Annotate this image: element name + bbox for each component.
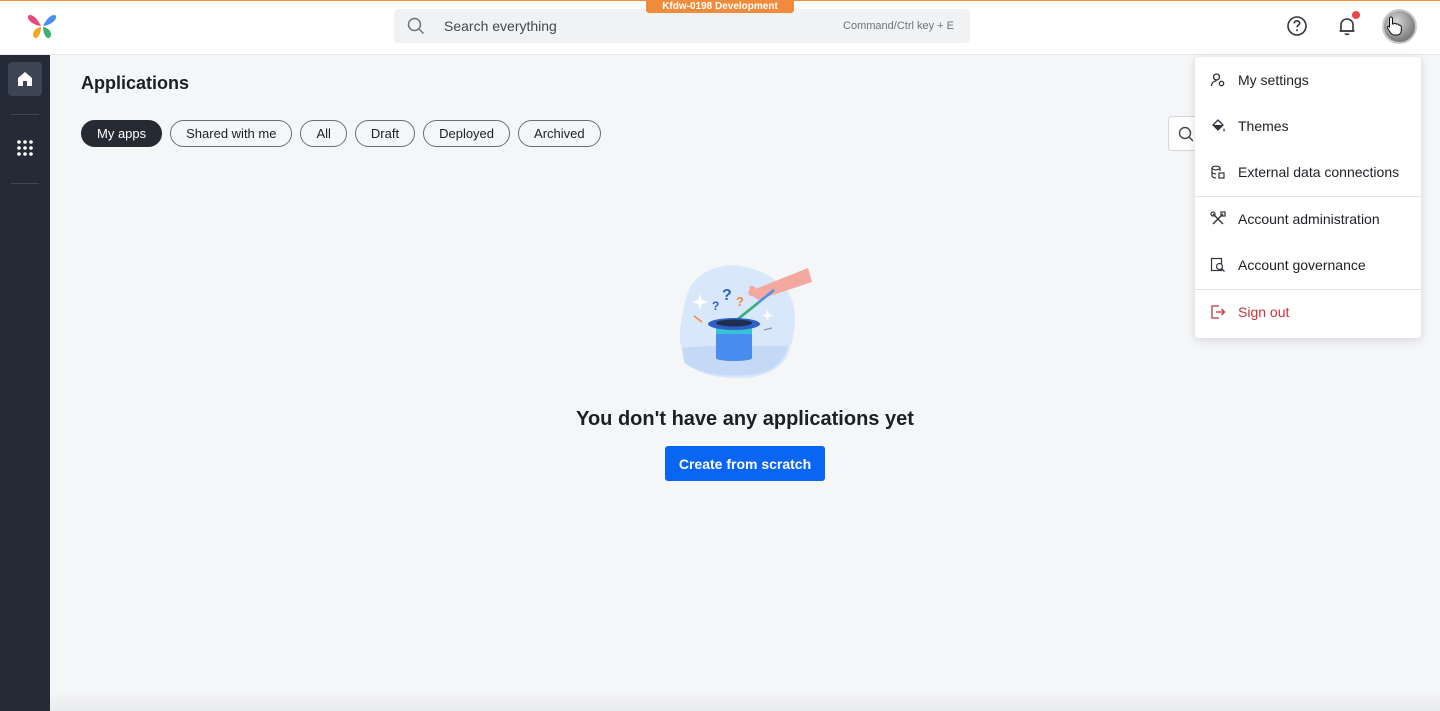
filter-tabs: My apps Shared with me All Draft Deploye… [81,120,601,147]
tools-icon [1210,211,1226,225]
sign-out-icon [1211,305,1226,319]
search-placeholder: Search everything [444,18,557,34]
menu-item-label: Account administration [1238,211,1380,227]
side-navigation [0,55,50,711]
svg-text:?: ? [712,299,719,313]
app-search-input[interactable] [1168,116,1198,151]
nav-divider [11,183,39,184]
menu-item-label: Sign out [1238,304,1290,320]
tab-archived[interactable]: Archived [518,120,601,147]
data-connection-icon [1211,165,1225,179]
tab-my-apps[interactable]: My apps [81,120,163,147]
menu-item-label: My settings [1238,72,1309,88]
menu-item-label: External data connections [1238,164,1400,180]
menu-item-sign-out[interactable]: Sign out [1195,289,1421,335]
apps-grid-icon [17,140,33,156]
help-icon[interactable] [1284,13,1310,39]
nav-apps[interactable] [8,131,42,165]
bottom-shade [50,692,1440,711]
magic-hat-illustration: ? ? ? [679,265,812,379]
menu-item-my-settings[interactable]: My settings [1195,57,1421,103]
page-title: Applications [81,73,190,93]
governance-icon [1210,257,1225,272]
svg-text:?: ? [736,294,744,309]
notifications-button[interactable] [1334,11,1360,39]
menu-item-themes[interactable]: Themes [1195,103,1421,149]
tab-all[interactable]: All [300,120,347,147]
global-search[interactable]: Search everything Command/Ctrl key + E [394,9,970,43]
nav-home[interactable] [8,62,42,96]
home-icon [18,72,32,86]
user-settings-icon [1210,73,1225,87]
menu-item-label: Account governance [1238,257,1366,273]
paint-bucket-icon [1212,119,1225,132]
environment-badge: Kfdw-0198 Development [646,0,794,13]
user-menu: My settings Themes External data connect… [1195,57,1421,338]
create-from-scratch-button[interactable]: Create from scratch [665,446,825,481]
tab-draft[interactable]: Draft [354,120,416,147]
butterfly-logo-icon[interactable] [27,12,57,40]
menu-item-label: Themes [1238,118,1289,134]
tab-deployed[interactable]: Deployed [423,120,511,147]
search-shortcut-hint: Command/Ctrl key + E [843,20,954,32]
menu-item-account-governance[interactable]: Account governance [1195,242,1421,288]
nav-divider [11,114,39,115]
empty-state-message: You don't have any applications yet [576,408,914,430]
notification-dot [1352,11,1360,19]
menu-item-account-administration[interactable]: Account administration [1195,196,1421,242]
mouse-cursor-icon [1386,16,1402,36]
menu-item-external-data-connections[interactable]: External data connections [1195,149,1421,195]
svg-text:?: ? [722,287,732,304]
tab-shared-with-me[interactable]: Shared with me [170,120,293,147]
search-icon [407,17,425,35]
